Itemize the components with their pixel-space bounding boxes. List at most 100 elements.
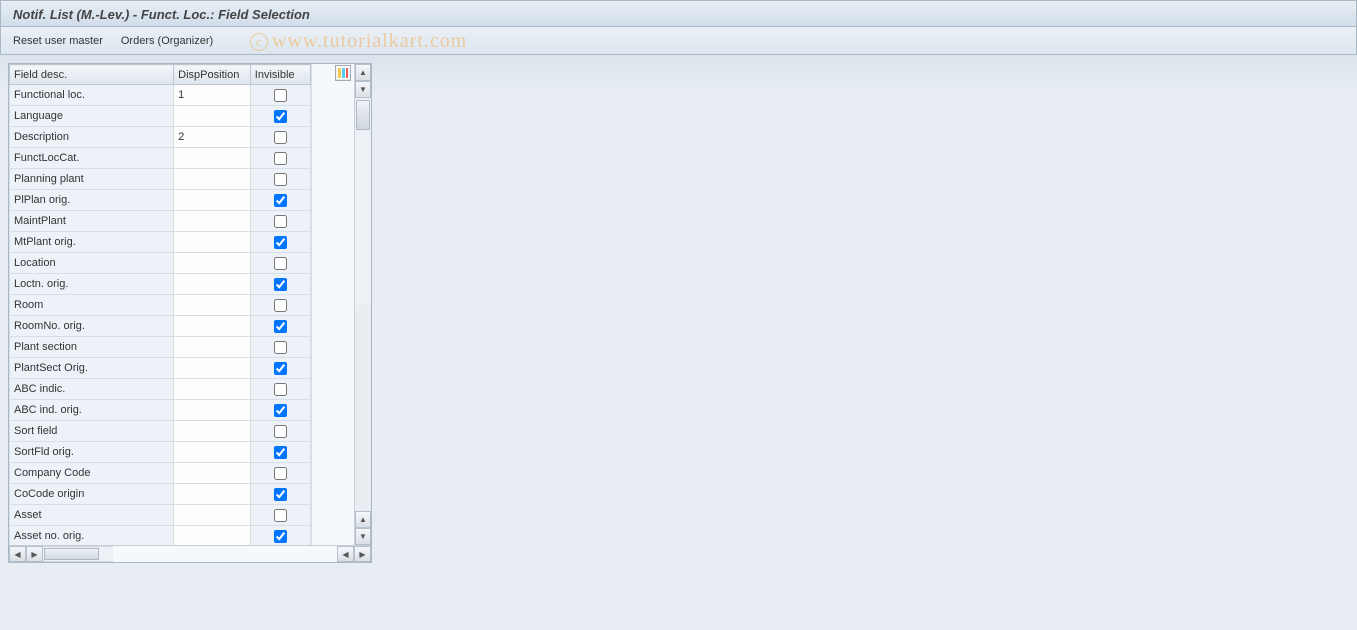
invisible-checkbox[interactable] [274,215,287,228]
field-desc-cell[interactable]: PlPlan orig. [10,190,174,211]
col-header-invisible[interactable]: Invisible [250,65,310,85]
table-row[interactable]: ABC indic. [10,379,311,400]
field-desc-cell[interactable]: PlantSect Orig. [10,358,174,379]
table-settings-button[interactable] [335,65,351,81]
scroll-thumb[interactable] [356,100,370,130]
hscroll-right-left-button[interactable]: ◀ [337,546,354,562]
hscroll-left-button[interactable]: ◀ [9,546,26,562]
table-row[interactable]: MtPlant orig. [10,232,311,253]
disp-position-cell[interactable] [174,379,251,400]
invisible-checkbox[interactable] [274,278,287,291]
table-row[interactable]: Room [10,295,311,316]
col-header-disp-position[interactable]: DispPosition [174,65,251,85]
disp-position-cell[interactable] [174,505,251,526]
field-desc-cell[interactable]: CoCode origin [10,484,174,505]
disp-position-cell[interactable] [174,295,251,316]
disp-position-cell[interactable] [174,274,251,295]
hscroll-track[interactable] [43,546,113,562]
table-row[interactable]: Plant section [10,337,311,358]
table-row[interactable]: Description2 [10,127,311,148]
disp-position-cell[interactable] [174,400,251,421]
scroll-down-button[interactable]: ▼ [355,81,371,98]
field-desc-cell[interactable]: Plant section [10,337,174,358]
scroll-track[interactable] [355,98,371,305]
col-header-field-desc[interactable]: Field desc. [10,65,174,85]
field-desc-cell[interactable]: Loctn. orig. [10,274,174,295]
field-desc-cell[interactable]: ABC ind. orig. [10,400,174,421]
disp-position-cell[interactable]: 1 [174,85,251,106]
invisible-checkbox[interactable] [274,89,287,102]
table-row[interactable]: ABC ind. orig. [10,400,311,421]
disp-position-cell[interactable] [174,442,251,463]
table-row[interactable]: SortFld orig. [10,442,311,463]
invisible-checkbox[interactable] [274,383,287,396]
orders-organizer-button[interactable]: Orders (Organizer) [121,35,213,47]
invisible-checkbox[interactable] [274,488,287,501]
vertical-scrollbar[interactable]: ▲ ▼ ▲ ▼ [354,64,371,545]
invisible-checkbox[interactable] [274,194,287,207]
disp-position-cell[interactable] [174,358,251,379]
disp-position-cell[interactable] [174,484,251,505]
table-row[interactable]: CoCode origin [10,484,311,505]
disp-position-cell[interactable] [174,211,251,232]
invisible-checkbox[interactable] [274,467,287,480]
field-desc-cell[interactable]: Location [10,253,174,274]
field-desc-cell[interactable]: MtPlant orig. [10,232,174,253]
table-row[interactable]: Loctn. orig. [10,274,311,295]
invisible-checkbox[interactable] [274,152,287,165]
table-row[interactable]: Sort field [10,421,311,442]
table-row[interactable]: Asset no. orig. [10,526,311,546]
disp-position-cell[interactable] [174,106,251,127]
field-desc-cell[interactable]: Asset no. orig. [10,526,174,546]
hscroll-right-right-button[interactable]: ▶ [354,546,371,562]
invisible-checkbox[interactable] [274,110,287,123]
scroll-up-button[interactable]: ▲ [355,64,371,81]
field-desc-cell[interactable]: Sort field [10,421,174,442]
invisible-checkbox[interactable] [274,362,287,375]
field-desc-cell[interactable]: Asset [10,505,174,526]
invisible-checkbox[interactable] [274,173,287,186]
disp-position-cell[interactable] [174,463,251,484]
scroll-bottom-up-button[interactable]: ▲ [355,511,371,528]
hscroll-thumb[interactable] [44,548,99,560]
invisible-checkbox[interactable] [274,425,287,438]
disp-position-cell[interactable] [174,421,251,442]
field-desc-cell[interactable]: Planning plant [10,169,174,190]
field-desc-cell[interactable]: SortFld orig. [10,442,174,463]
disp-position-cell[interactable] [174,316,251,337]
table-row[interactable]: PlantSect Orig. [10,358,311,379]
table-row[interactable]: FunctLocCat. [10,148,311,169]
field-desc-cell[interactable]: MaintPlant [10,211,174,232]
field-desc-cell[interactable]: Company Code [10,463,174,484]
disp-position-cell[interactable]: 2 [174,127,251,148]
disp-position-cell[interactable] [174,169,251,190]
field-desc-cell[interactable]: Description [10,127,174,148]
invisible-checkbox[interactable] [274,446,287,459]
field-desc-cell[interactable]: ABC indic. [10,379,174,400]
table-row[interactable]: MaintPlant [10,211,311,232]
disp-position-cell[interactable] [174,148,251,169]
field-desc-cell[interactable]: Room [10,295,174,316]
disp-position-cell[interactable] [174,232,251,253]
invisible-checkbox[interactable] [274,404,287,417]
invisible-checkbox[interactable] [274,257,287,270]
table-row[interactable]: Location [10,253,311,274]
disp-position-cell[interactable] [174,526,251,546]
table-row[interactable]: Company Code [10,463,311,484]
reset-user-master-button[interactable]: Reset user master [13,35,103,47]
table-row[interactable]: Language [10,106,311,127]
invisible-checkbox[interactable] [274,236,287,249]
scroll-bottom-down-button[interactable]: ▼ [355,528,371,545]
invisible-checkbox[interactable] [274,131,287,144]
invisible-checkbox[interactable] [274,320,287,333]
field-desc-cell[interactable]: Functional loc. [10,85,174,106]
invisible-checkbox[interactable] [274,530,287,543]
disp-position-cell[interactable] [174,337,251,358]
invisible-checkbox[interactable] [274,341,287,354]
invisible-checkbox[interactable] [274,509,287,522]
table-row[interactable]: PlPlan orig. [10,190,311,211]
invisible-checkbox[interactable] [274,299,287,312]
table-row[interactable]: Functional loc.1 [10,85,311,106]
field-desc-cell[interactable]: Language [10,106,174,127]
field-desc-cell[interactable]: RoomNo. orig. [10,316,174,337]
